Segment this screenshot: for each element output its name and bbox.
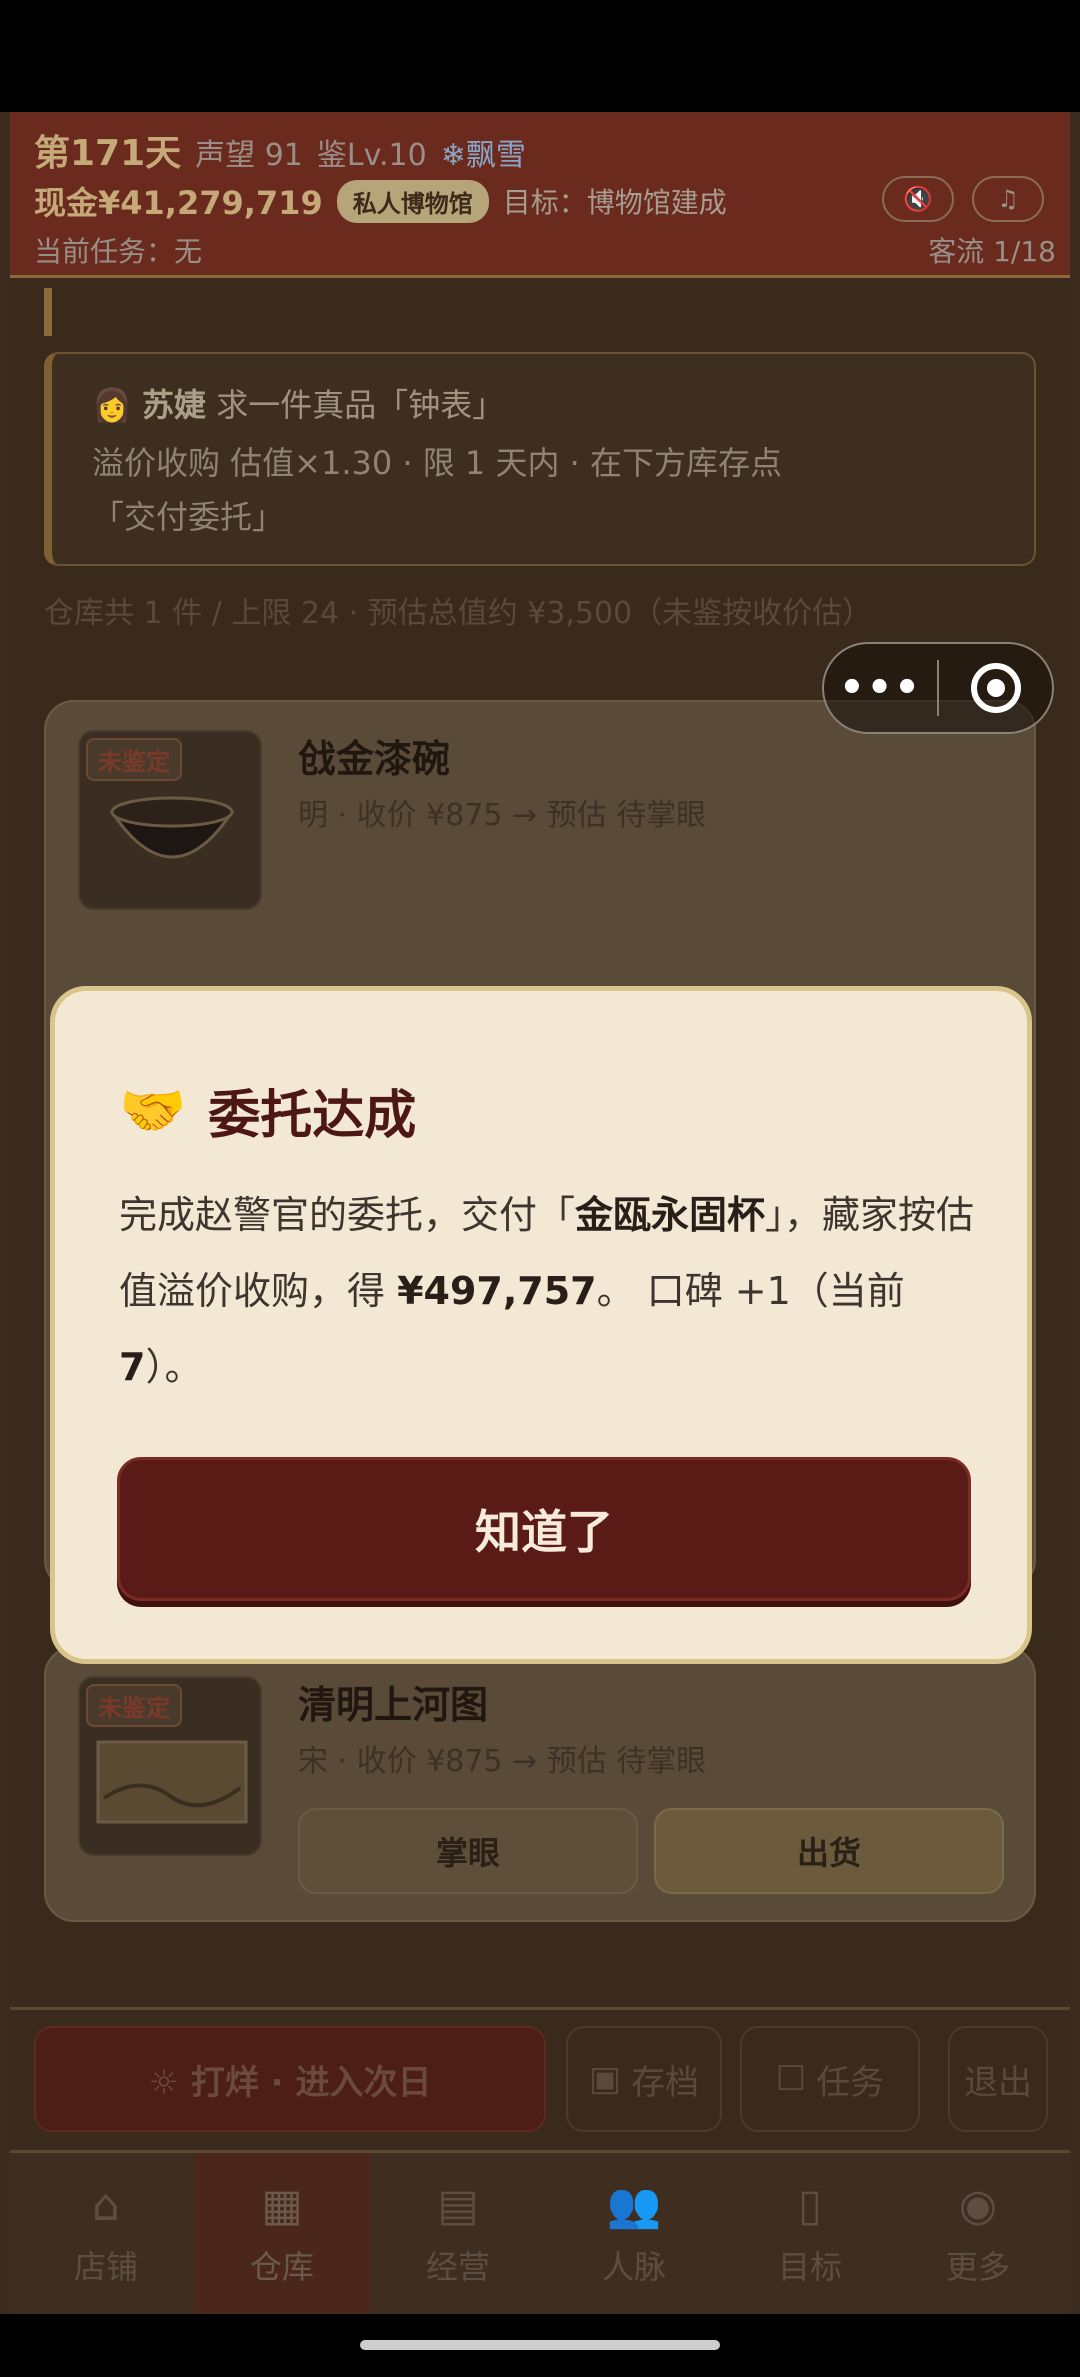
home-indicator[interactable] (360, 2340, 720, 2350)
game-app: 第171天 声望 91 鉴Lv.10 ❄飘雪 现金¥41,279,719 私人博… (0, 112, 1080, 2314)
dialog-title: 委托达成 (208, 1086, 417, 1146)
handshake-icon: 🤝 (119, 1078, 187, 1142)
commission-complete-dialog: 🤝 委托达成 完成赵警官的委托，交付「金瓯永固杯」，藏家按估值溢价收购，得 ¥4… (50, 986, 1032, 1664)
target-close-icon (970, 663, 1021, 713)
message-part: ）。 (145, 1345, 203, 1389)
more-dots-icon: ••• (839, 665, 922, 711)
dialog-header: 🤝 委托达成 (119, 1073, 416, 1148)
delivered-item: 金瓯永固杯 (575, 1193, 766, 1237)
acknowledge-button[interactable]: 知道了 (117, 1457, 971, 1601)
dialog-message: 完成赵警官的委托，交付「金瓯永固杯」，藏家按估值溢价收购，得 ¥497,757。… (119, 1177, 979, 1405)
more-menu-button[interactable]: ••• (824, 665, 937, 711)
status-bar (0, 0, 1080, 112)
message-part: 完成赵警官的委托，交付「 (119, 1193, 576, 1237)
current-reputation: 7 (119, 1345, 146, 1389)
close-miniprogram-button[interactable] (939, 663, 1052, 713)
gesture-area (0, 2314, 1080, 2377)
reward-amount: ¥497,757 (397, 1269, 597, 1313)
miniprogram-capsule: ••• (822, 642, 1054, 734)
message-part: 。 口碑 +1（当前 (596, 1269, 905, 1313)
